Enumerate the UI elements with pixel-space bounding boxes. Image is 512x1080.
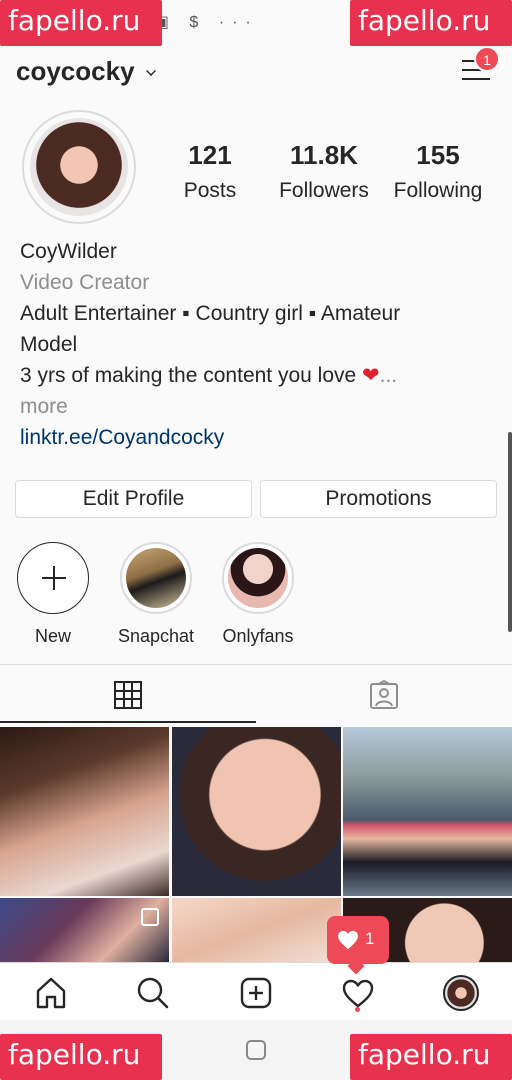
heart-emoji-icon: ❤ [362,364,380,387]
watermark-bottom-left: fapello.ru [0,1034,162,1080]
following-label: Following [393,179,483,202]
highlight-label-onlyfans: Onlyfans [222,626,294,646]
plus-icon-stroke [53,566,55,590]
profile-avatar-icon[interactable] [443,975,479,1011]
menu-notification-badge: 1 [474,46,500,72]
stat-followers[interactable]: 11.8K Followers [272,140,376,203]
highlight-label-new: New [34,626,71,646]
edit-profile-button[interactable]: Edit Profile [15,480,252,518]
followers-count: 11.8K [290,140,358,170]
bio-line-2: Model [20,333,78,356]
username-switcher[interactable]: coycocky [16,56,135,87]
search-icon[interactable] [135,975,171,1011]
stat-posts[interactable]: 121 Posts [170,140,250,203]
chevron-down-icon[interactable] [146,66,156,76]
display-name: CoyWilder [20,240,117,263]
notification-count: 1 [365,929,375,948]
scrollbar[interactable] [508,432,512,632]
more-link[interactable]: more [20,391,68,422]
posts-label: Posts [183,179,237,202]
posts-count: 121 [188,140,232,170]
onlyfans-highlight-circle[interactable] [222,542,294,614]
grid-icon [114,681,142,709]
bottom-nav [0,962,512,1020]
post-thumbnail[interactable] [172,727,341,896]
bio-line-3-text: 3 yrs of making the content you love [20,364,363,387]
multiple-photos-icon [141,908,159,926]
following-count: 155 [416,140,460,170]
highlight-new[interactable]: New [14,542,92,647]
highlight-onlyfans[interactable]: Onlyfans [219,542,297,647]
watermark-bottom-right: fapello.ru [350,1034,512,1080]
tab-grid[interactable] [0,665,256,723]
plus-square-icon[interactable] [238,975,274,1011]
active-tab-indicator [0,721,256,723]
home-icon[interactable] [33,975,69,1011]
post-thumbnail[interactable] [343,727,512,896]
new-highlight-circle[interactable] [17,542,89,614]
promotions-button[interactable]: Promotions [260,480,497,518]
avatar-photo [30,118,128,216]
stat-following[interactable]: 155 Following [386,140,490,203]
tagged-icon [370,680,398,709]
profile-avatar[interactable] [22,110,136,224]
bio-ellipsis: ... [379,364,398,387]
watermark-top-left: fapello.ru [0,0,162,46]
followers-label: Followers [279,179,369,202]
category-label: Video Creator [20,271,150,294]
activity-dot [355,1007,360,1012]
activity-notification-bubble[interactable]: 1 [327,916,389,964]
bio-website-link[interactable]: linktr.ee/Coyandcocky [20,422,224,453]
onlyfans-highlight-cover [228,548,288,608]
tab-tagged[interactable] [256,665,512,723]
system-home-icon[interactable] [246,1040,266,1060]
snapchat-highlight-cover [126,548,186,608]
profile-header: coycocky [0,52,512,92]
snapchat-highlight-circle[interactable] [120,542,192,614]
bio-line-3: 3 yrs of making the content you love ❤..… [20,360,397,391]
heart-nav-icon[interactable] [340,975,376,1011]
highlight-label-snapchat: Snapchat [117,626,195,646]
post-thumbnail[interactable] [172,898,341,962]
highlight-snapchat[interactable]: Snapchat [117,542,195,647]
bio-line-1: Adult Entertainer ▪ Country girl ▪ Amate… [20,302,401,325]
heart-icon [338,930,358,950]
post-thumbnail[interactable] [0,727,169,896]
post-thumbnail[interactable] [0,898,169,962]
watermark-top-right: fapello.ru [350,0,512,46]
